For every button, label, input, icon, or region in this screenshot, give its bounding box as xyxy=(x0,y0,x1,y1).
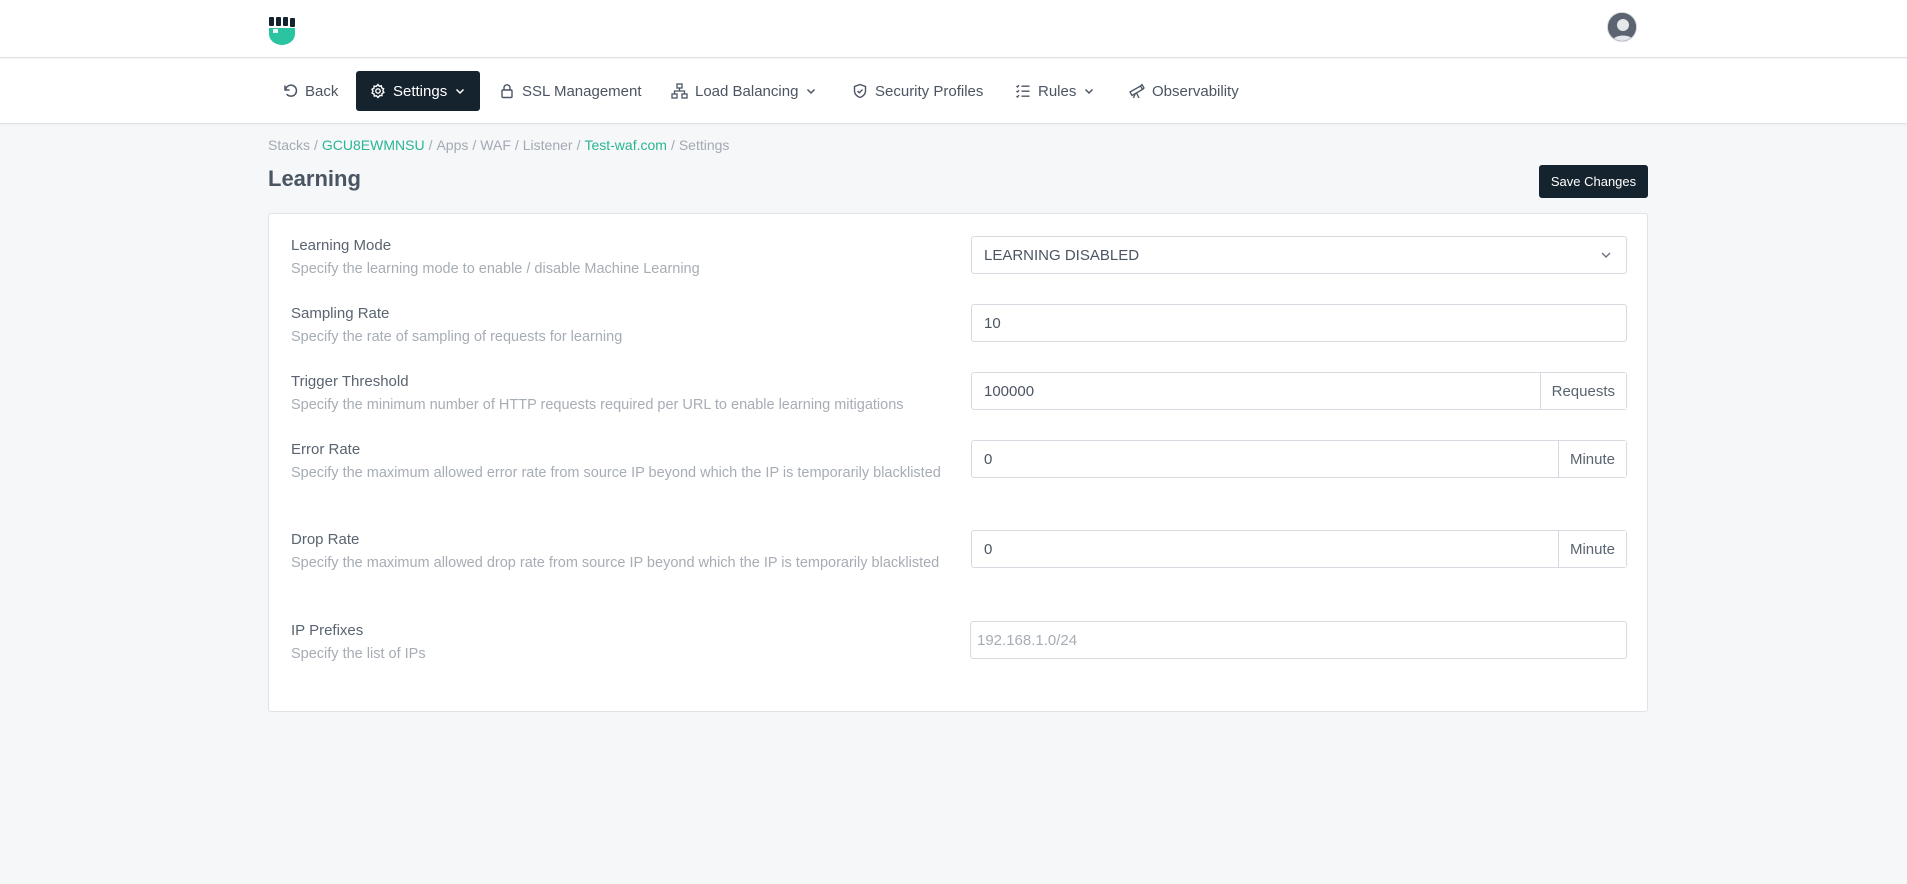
rules-label: Rules xyxy=(1038,82,1077,100)
breadcrumb-current: Settings xyxy=(678,137,730,153)
ip-prefixes-input[interactable]: 192.168.1.0/24 xyxy=(970,621,1627,659)
drop-rate-unit: Minute xyxy=(1557,531,1626,567)
ip-prefixes-title: IP Prefixes xyxy=(291,622,364,639)
security-profiles-label: Security Profiles xyxy=(875,82,984,100)
trigger-threshold-desc: Specify the minimum number of HTTP reque… xyxy=(291,397,904,413)
breadcrumb-separator: / xyxy=(576,137,581,153)
chevron-down-icon xyxy=(456,88,465,95)
trigger-threshold-unit: Requests xyxy=(1539,373,1626,409)
sampling-rate-desc: Specify the rate of sampling of requests… xyxy=(291,329,623,345)
ip-prefixes-row: IP Prefixes Specify the list of IPs xyxy=(291,621,941,665)
network-icon xyxy=(671,83,688,99)
rules-tab[interactable]: Rules xyxy=(1001,71,1109,111)
breadcrumb-stack-link[interactable]: GCU8EWMNSU xyxy=(322,137,425,153)
learning-mode-value: LEARNING DISABLED xyxy=(984,246,1140,264)
checklist-icon xyxy=(1016,84,1030,98)
error-rate-title: Error Rate xyxy=(291,441,361,458)
breadcrumb-domain-link[interactable]: Test-waf.com xyxy=(584,137,666,153)
nav-bar: Back Settings SSL Management Load Balanc… xyxy=(0,59,1907,124)
drop-rate-input[interactable]: 0 Minute xyxy=(971,530,1627,568)
security-profiles-tab[interactable]: Security Profiles xyxy=(838,71,997,111)
chevron-down-icon xyxy=(1586,248,1626,262)
ip-prefixes-desc: Specify the list of IPs xyxy=(291,646,426,662)
gear-icon xyxy=(371,83,385,99)
top-bar xyxy=(0,0,1907,58)
learning-mode-desc: Specify the learning mode to enable / di… xyxy=(291,261,700,277)
breadcrumb-separator: / xyxy=(514,137,519,153)
fist-logo-icon[interactable] xyxy=(268,16,296,46)
drop-rate-desc: Specify the maximum allowed drop rate fr… xyxy=(291,555,940,571)
back-label: Back xyxy=(305,82,339,100)
breadcrumb-apps[interactable]: Apps xyxy=(436,137,468,153)
sampling-rate-row: Sampling Rate Specify the rate of sampli… xyxy=(291,304,941,348)
back-button[interactable]: Back xyxy=(268,71,352,111)
sampling-rate-input[interactable]: 10 xyxy=(971,304,1627,342)
sampling-rate-title: Sampling Rate xyxy=(291,305,390,322)
trigger-threshold-row: Trigger Threshold Specify the minimum nu… xyxy=(291,372,941,416)
trigger-threshold-input[interactable]: 100000 Requests xyxy=(971,372,1627,410)
error-rate-input[interactable]: 0 Minute xyxy=(971,440,1627,478)
sampling-rate-value: 10 xyxy=(984,314,1001,332)
error-rate-row: Error Rate Specify the maximum allowed e… xyxy=(291,440,941,484)
breadcrumb-separator: / xyxy=(428,137,433,153)
trigger-threshold-value: 100000 xyxy=(984,382,1035,400)
learning-mode-title: Learning Mode xyxy=(291,237,392,254)
load-balancing-label: Load Balancing xyxy=(695,82,799,100)
ssl-management-tab[interactable]: SSL Management xyxy=(485,71,656,111)
observability-tab[interactable]: Observability xyxy=(1114,71,1253,111)
breadcrumb: Stacks / GCU8EWMNSU / Apps / WAF / Listener / Test… xyxy=(268,137,729,153)
chevron-down-icon xyxy=(807,88,816,95)
learning-mode-select[interactable]: LEARNING DISABLED xyxy=(971,236,1627,274)
trigger-threshold-title: Trigger Threshold xyxy=(291,373,409,390)
breadcrumb-stacks[interactable]: Stacks xyxy=(268,137,310,153)
lock-icon xyxy=(501,84,513,99)
observability-label: Observability xyxy=(1152,82,1239,100)
undo-icon xyxy=(284,84,298,97)
user-avatar-icon[interactable] xyxy=(1607,12,1637,42)
page-title: Learning xyxy=(268,166,361,191)
drop-rate-value: 0 xyxy=(984,540,993,558)
breadcrumb-listener[interactable]: Listener xyxy=(523,137,573,153)
shield-icon xyxy=(853,83,867,99)
learning-mode-row: Learning Mode Specify the learning mode … xyxy=(291,236,941,280)
learning-settings-panel: Learning Mode Specify the learning mode … xyxy=(268,213,1648,712)
ip-prefixes-placeholder: 192.168.1.0/24 xyxy=(977,631,1078,649)
settings-label: Settings xyxy=(393,82,448,100)
breadcrumb-waf[interactable]: WAF xyxy=(480,137,511,153)
load-balancing-tab[interactable]: Load Balancing xyxy=(657,71,831,111)
drop-rate-title: Drop Rate xyxy=(291,531,360,548)
chevron-down-icon xyxy=(1085,88,1094,95)
save-changes-button[interactable]: Save Changes xyxy=(1539,165,1648,198)
ssl-label: SSL Management xyxy=(522,82,642,100)
telescope-icon xyxy=(1129,83,1145,99)
error-rate-desc: Specify the maximum allowed error rate f… xyxy=(291,465,941,481)
error-rate-unit: Minute xyxy=(1557,441,1626,477)
error-rate-value: 0 xyxy=(984,450,993,468)
breadcrumb-separator: / xyxy=(472,137,477,153)
settings-tab[interactable]: Settings xyxy=(356,71,481,111)
breadcrumb-separator: / xyxy=(314,137,318,153)
breadcrumb-separator: / xyxy=(670,137,675,153)
drop-rate-row: Drop Rate Specify the maximum allowed dr… xyxy=(291,530,941,574)
